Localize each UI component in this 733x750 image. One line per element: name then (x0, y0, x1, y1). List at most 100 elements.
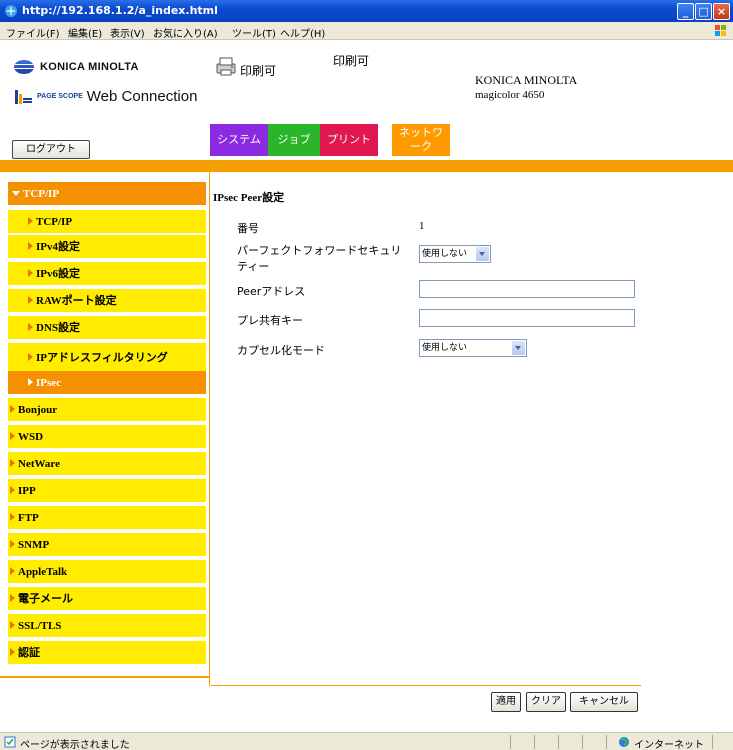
footer-divider (211, 685, 641, 686)
arrow-right-icon (10, 459, 15, 467)
menu-help[interactable]: ヘルプ(H) (280, 25, 325, 40)
sidebar-item-appletalk[interactable]: AppleTalk (8, 560, 206, 584)
sidebar-item-wsd[interactable]: WSD (8, 425, 206, 449)
arrow-right-icon (28, 296, 33, 304)
preshared-key-label: プレ共有キー (237, 314, 303, 327)
sidebar-item-raw-port[interactable]: RAWポート設定 (8, 289, 206, 313)
brand-name: KONICA MINOLTA (40, 61, 139, 73)
sidebar-item-netware[interactable]: NetWare (8, 452, 206, 476)
sidebar-item-ipv4[interactable]: IPv4設定 (8, 235, 206, 259)
apply-button[interactable]: 適用 (491, 692, 521, 712)
minimize-button[interactable]: _ (677, 3, 694, 20)
arrow-right-icon (10, 405, 15, 413)
sidebar-item-label: IPv4設定 (36, 241, 80, 253)
expand-down-icon (12, 191, 20, 196)
menu-view[interactable]: 表示(V) (110, 25, 145, 40)
logout-button[interactable]: ログアウト (12, 140, 90, 159)
clear-button[interactable]: クリア (526, 692, 566, 712)
peer-address-input[interactable] (419, 280, 635, 298)
menu-edit[interactable]: 編集(E) (68, 25, 102, 40)
maximize-button[interactable]: □ (695, 3, 712, 20)
arrow-right-icon (28, 269, 33, 277)
arrow-right-icon (10, 513, 15, 521)
menu-file[interactable]: ファイル(F) (6, 25, 60, 40)
sidebar-item-label: Bonjour (18, 404, 58, 416)
page-done-icon (4, 736, 16, 748)
status-bar: ページが表示されました インターネット (0, 732, 733, 750)
sidebar-item-label: SNMP (18, 539, 50, 551)
status-separator (606, 735, 607, 749)
sidebar-item-label: FTP (18, 512, 39, 524)
sidebar-item-ipv6[interactable]: IPv6設定 (8, 262, 206, 286)
main-content: IPsec Peer設定 番号 1 パーフェクトフォワードセキュリ ティー 使用… (211, 172, 641, 686)
sidebar-item-label: TCP/IP (36, 216, 73, 228)
arrow-right-icon (10, 594, 15, 602)
sidebar-item-tcpip[interactable]: TCP/IP (8, 210, 206, 234)
pagescope-logo: PAGE SCOPE Web Connection (14, 88, 197, 105)
tab-network[interactable]: ネットワーク (392, 124, 450, 156)
sidebar-divider (0, 676, 210, 678)
sidebar-item-email[interactable]: 電子メール (8, 587, 206, 611)
arrow-right-icon (10, 648, 15, 656)
window-title: http://192.168.1.2/a_index.html (22, 4, 218, 17)
arrow-right-icon (10, 486, 15, 494)
sidebar-item-label: TCP/IP (23, 188, 60, 200)
sidebar-item-auth[interactable]: 認証 (8, 641, 206, 665)
tab-job[interactable]: ジョブ (268, 124, 320, 156)
chevron-down-icon (512, 341, 525, 355)
sidebar-item-bonjour[interactable]: Bonjour (8, 398, 206, 422)
arrow-right-icon (10, 621, 15, 629)
sidebar-item-label: 電子メール (18, 593, 73, 605)
sidebar-item-ssl-tls[interactable]: SSL/TLS (8, 614, 206, 638)
sidebar-item-dns[interactable]: DNS設定 (8, 316, 206, 340)
sidebar-item-snmp[interactable]: SNMP (8, 533, 206, 557)
sidebar-item-ipsec[interactable]: IPsec (8, 371, 206, 395)
sidebar-item-ipp[interactable]: IPP (8, 479, 206, 503)
device-brand: KONICA MINOLTA (475, 73, 578, 87)
preshared-key-input[interactable] (419, 309, 635, 327)
sidebar-item-label: IPsec (36, 377, 62, 389)
sidebar-item-ip-filtering[interactable]: IPアドレスフィルタリング (8, 343, 206, 373)
ie-icon (5, 5, 17, 17)
sidebar-item-label: DNS設定 (36, 322, 81, 334)
tab-print[interactable]: プリント (320, 124, 378, 156)
number-value: 1 (419, 220, 425, 232)
product-name: Web Connection (86, 88, 198, 105)
header-divider (0, 160, 733, 172)
arrow-right-icon (10, 567, 15, 575)
tab-system[interactable]: システム (210, 124, 268, 156)
status-separator (534, 735, 535, 749)
arrow-right-icon (28, 353, 33, 361)
pfs-select[interactable]: 使用しない (419, 245, 491, 263)
arrow-right-icon (28, 378, 33, 386)
cancel-button[interactable]: キャンセル (570, 692, 638, 712)
arrow-right-icon (10, 432, 15, 440)
sidebar-item-label: IPP (18, 485, 36, 497)
status-text-primary: 印刷可 (240, 64, 277, 78)
arrow-right-icon (10, 540, 15, 548)
sidebar-item-label: SSL/TLS (18, 620, 62, 632)
peer-address-label: Peerアドレス (237, 285, 306, 298)
pfs-label: パーフェクトフォワードセキュリ ティー (237, 242, 401, 274)
arrow-right-icon (28, 242, 33, 250)
status-separator (558, 735, 559, 749)
sidebar-item-ftp[interactable]: FTP (8, 506, 206, 530)
windows-logo-icon (715, 25, 726, 36)
encap-mode-select[interactable]: 使用しない (419, 339, 527, 357)
pagescope-text: PAGE SCOPE (37, 93, 83, 100)
status-separator (712, 735, 713, 749)
menu-favorites[interactable]: お気に入り(A) (153, 25, 218, 40)
menu-tools[interactable]: ツール(T) (232, 25, 276, 40)
pfs-select-value: 使用しない (422, 249, 468, 259)
encap-mode-select-value: 使用しない (422, 343, 468, 353)
sidebar-item-label: NetWare (18, 458, 60, 470)
printer-status-icon (216, 57, 236, 76)
close-button[interactable]: × (713, 3, 730, 20)
sidebar-item-tcpip-group[interactable]: TCP/IP (8, 182, 206, 206)
status-separator (582, 735, 583, 749)
pfs-label-line1: パーフェクトフォワードセキュリ (237, 244, 402, 257)
internet-globe-icon (619, 737, 629, 747)
sidebar-item-label: AppleTalk (18, 566, 68, 578)
page-title: IPsec Peer設定 (213, 192, 285, 204)
security-zone: インターネット (634, 740, 704, 750)
